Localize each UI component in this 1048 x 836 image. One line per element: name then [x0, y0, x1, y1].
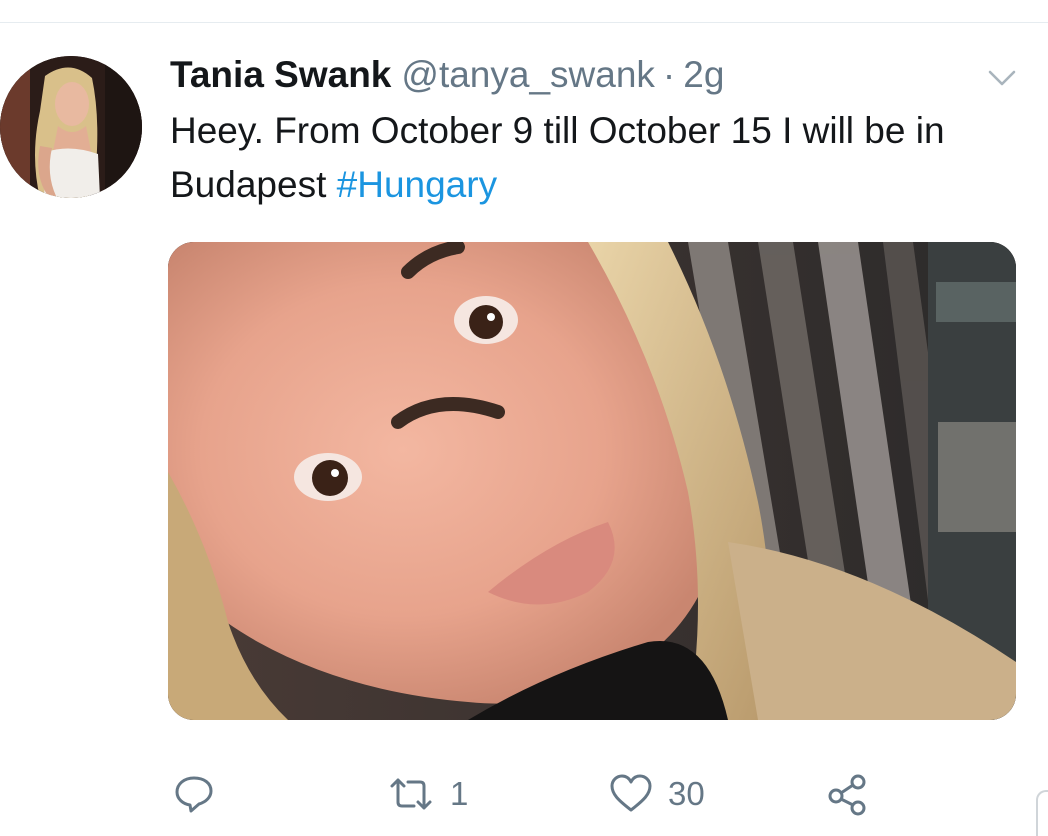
- separator-dot: ·: [662, 54, 676, 95]
- tweet-text: Heey. From October 9 till October 15 I w…: [170, 104, 1020, 212]
- display-name[interactable]: Tania Swank: [170, 52, 391, 98]
- like-button[interactable]: 30: [608, 766, 705, 822]
- reply-icon: [175, 776, 213, 813]
- tweet-actions: 1 30: [0, 766, 1048, 822]
- tweet-media[interactable]: [168, 242, 1016, 720]
- tweet-text-body: Heey. From October 9 till October 15 I w…: [170, 110, 945, 205]
- retweet-icon: [390, 778, 432, 810]
- hashtag-link[interactable]: #Hungary: [337, 164, 497, 205]
- retweet-button[interactable]: 1: [386, 766, 468, 822]
- avatar-image: [0, 56, 142, 198]
- like-count: 30: [668, 775, 705, 812]
- media-photo: [168, 242, 1016, 720]
- share-button[interactable]: [826, 766, 870, 822]
- corner-edge: [1036, 790, 1048, 836]
- retweet-count: 1: [450, 775, 469, 812]
- share-icon: [828, 774, 866, 816]
- tweet-menu-caret-icon[interactable]: [986, 62, 1018, 94]
- timestamp[interactable]: 2g: [683, 52, 724, 98]
- tweet[interactable]: Tania Swank @tanya_swank · 2g Heey. From…: [0, 0, 1048, 834]
- username-handle[interactable]: @tanya_swank: [401, 52, 655, 98]
- avatar[interactable]: [0, 56, 142, 198]
- heart-icon: [610, 774, 652, 812]
- reply-button[interactable]: [172, 766, 216, 822]
- tweet-header: Tania Swank @tanya_swank · 2g: [170, 52, 724, 98]
